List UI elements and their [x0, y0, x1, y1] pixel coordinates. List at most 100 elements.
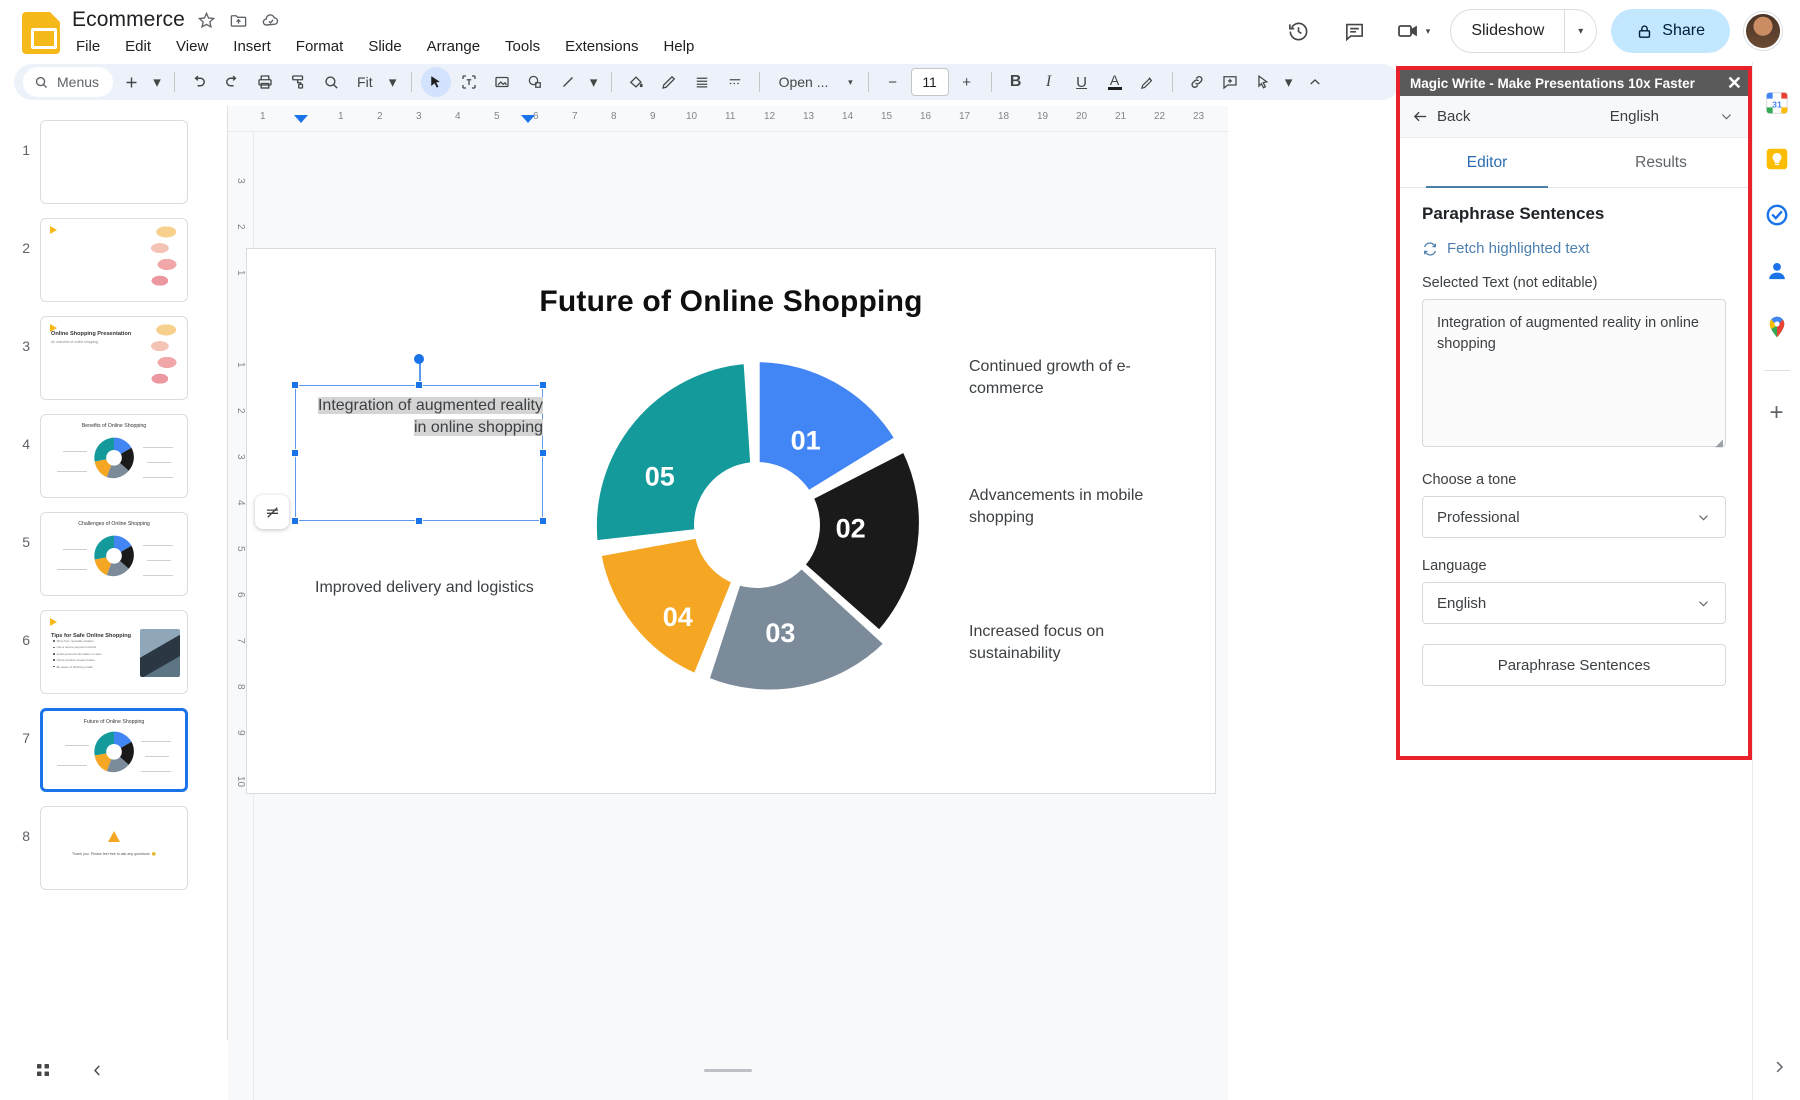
right-indent-marker[interactable] [521, 115, 535, 123]
menu-item-extensions[interactable]: Extensions [561, 36, 642, 57]
menu-item-format[interactable]: Format [292, 36, 348, 57]
resize-grip-icon[interactable]: ◢ [1715, 438, 1723, 449]
slide-thumbnail[interactable] [40, 120, 188, 204]
menu-item-edit[interactable]: Edit [121, 36, 155, 57]
chevron-down-icon[interactable] [1719, 109, 1734, 124]
filmstrip-slide-6[interactable]: 6 Tips for Safe Online Shopping Shop fro… [0, 610, 227, 708]
font-size-input[interactable]: 11 [911, 68, 949, 96]
slide-filmstrip[interactable]: 1 2 3 Online Shopping Presentation An ov… [0, 106, 228, 1040]
undo-button[interactable] [184, 67, 214, 97]
current-slide[interactable]: Future of Online Shopping 01 02 03 0 [246, 248, 1216, 794]
present-video-icon[interactable]: ▾ [1390, 10, 1437, 52]
panel-language-selector[interactable]: English [1610, 108, 1734, 125]
callout-note-1[interactable]: Continued growth of e-commerce [969, 356, 1159, 399]
selected-text-box[interactable]: Integration of augmented reality in onli… [295, 385, 543, 521]
menu-item-arrange[interactable]: Arrange [423, 36, 484, 57]
share-button[interactable]: Share [1611, 9, 1730, 53]
slide-thumbnail[interactable]: Online Shopping Presentation An overview… [40, 316, 188, 400]
cursor-mode-caret-icon[interactable]: ▾ [1281, 67, 1297, 97]
menu-item-help[interactable]: Help [659, 36, 698, 57]
select-tool-button[interactable] [421, 67, 451, 97]
filmstrip-slide-5[interactable]: 5 Challenges of Online Shopping [0, 512, 227, 610]
present-caret-icon[interactable]: ▾ [1426, 26, 1431, 37]
redo-button[interactable] [217, 67, 247, 97]
menu-item-file[interactable]: File [72, 36, 104, 57]
filmstrip-slide-7[interactable]: 7 Future of Online Shopping [0, 708, 227, 806]
slide-thumbnail[interactable]: Benefits of Online Shopping [40, 414, 188, 498]
menu-item-view[interactable]: View [172, 36, 212, 57]
resize-handle-top-left[interactable] [291, 381, 299, 389]
underline-button[interactable]: U [1067, 67, 1097, 97]
star-icon[interactable] [197, 10, 217, 30]
print-button[interactable] [250, 67, 280, 97]
avatar[interactable] [1744, 12, 1782, 50]
selected-text-content[interactable]: Integration of augmented reality in onli… [303, 395, 543, 440]
border-dash-button[interactable] [720, 67, 750, 97]
version-history-icon[interactable] [1278, 10, 1320, 52]
new-slide-caret-icon[interactable]: ▾ [149, 67, 165, 97]
callout-note-2[interactable]: Advancements in mobile shopping [969, 485, 1169, 528]
zoom-caret-icon[interactable]: ▾ [384, 67, 402, 97]
resize-handle-middle-right[interactable] [539, 449, 547, 457]
comment-icon[interactable] [1334, 10, 1376, 52]
resize-handle-bottom-right[interactable] [539, 517, 547, 525]
insert-shape-button[interactable] [520, 67, 550, 97]
italic-button[interactable]: I [1034, 67, 1064, 97]
menu-item-slide[interactable]: Slide [364, 36, 405, 57]
decrease-font-size-button[interactable]: − [878, 67, 908, 97]
selected-text-textarea[interactable] [1422, 299, 1726, 447]
google-tasks-icon[interactable] [1764, 202, 1790, 228]
google-calendar-icon[interactable]: 31 [1764, 90, 1790, 116]
google-keep-icon[interactable] [1764, 146, 1790, 172]
tab-editor[interactable]: Editor [1400, 138, 1574, 187]
no-line-badge-icon[interactable] [255, 495, 289, 529]
document-title[interactable]: Ecommerce [72, 8, 185, 32]
insert-link-button[interactable] [1182, 67, 1212, 97]
language-select[interactable]: English [1422, 582, 1726, 624]
zoom-button[interactable] [316, 67, 346, 97]
back-button[interactable]: Back [1412, 108, 1470, 125]
font-family-caret-icon[interactable]: ▾ [848, 77, 853, 88]
highlight-color-button[interactable] [1133, 67, 1163, 97]
rotation-handle[interactable] [414, 354, 424, 364]
slideshow-button[interactable]: Slideshow ▾ [1450, 9, 1597, 53]
text-box-button[interactable] [454, 67, 484, 97]
slide-canvas-area[interactable]: 1 1 2 3 4 5 6 7 8 9 10 11 12 13 14 15 16… [228, 106, 1228, 1100]
new-slide-button[interactable] [116, 67, 146, 97]
slideshow-caret-icon[interactable]: ▾ [1565, 26, 1596, 37]
insert-line-button[interactable] [553, 67, 583, 97]
chevron-down-icon[interactable] [1696, 510, 1711, 525]
line-caret-icon[interactable]: ▾ [586, 67, 602, 97]
magic-write-tabs[interactable]: Editor Results [1400, 138, 1748, 188]
filmstrip-slide-4[interactable]: 4 Benefits of Online Shopping [0, 414, 227, 512]
insert-image-button[interactable] [487, 67, 517, 97]
filmstrip-slide-1[interactable]: 1 [0, 120, 227, 218]
menus-search-button[interactable]: Menus [23, 67, 113, 97]
menu-item-insert[interactable]: Insert [229, 36, 275, 57]
left-indent-marker[interactable] [294, 115, 308, 123]
text-color-button[interactable]: A [1100, 67, 1130, 97]
resize-handle-bottom-left[interactable] [291, 517, 299, 525]
google-maps-icon[interactable] [1764, 314, 1790, 340]
filmstrip-slide-2[interactable]: 2 [0, 218, 227, 316]
fill-color-button[interactable] [621, 67, 651, 97]
callout-note-4[interactable]: Improved delivery and logistics [315, 577, 575, 599]
chevron-down-icon[interactable] [1696, 596, 1711, 611]
tone-select[interactable]: Professional [1422, 496, 1726, 538]
collapse-toolbar-button[interactable] [1300, 67, 1330, 97]
increase-font-size-button[interactable]: + [952, 67, 982, 97]
add-comment-button[interactable] [1215, 67, 1245, 97]
donut-chart[interactable]: 01 02 03 04 05 [577, 345, 937, 705]
close-icon[interactable]: ✕ [1723, 74, 1746, 92]
resize-handle-middle-left[interactable] [291, 449, 299, 457]
collapse-filmstrip-icon[interactable] [80, 1053, 114, 1087]
speaker-notes-resize-handle[interactable] [704, 1069, 752, 1072]
resize-handle-top-middle[interactable] [415, 381, 423, 389]
border-color-button[interactable] [654, 67, 684, 97]
border-weight-button[interactable] [687, 67, 717, 97]
filmstrip-slide-3[interactable]: 3 Online Shopping Presentation An overvi… [0, 316, 227, 414]
move-to-folder-icon[interactable] [229, 10, 249, 30]
resize-handle-bottom-middle[interactable] [415, 517, 423, 525]
tab-results[interactable]: Results [1574, 138, 1748, 187]
expand-panel-icon[interactable] [1770, 1058, 1788, 1076]
